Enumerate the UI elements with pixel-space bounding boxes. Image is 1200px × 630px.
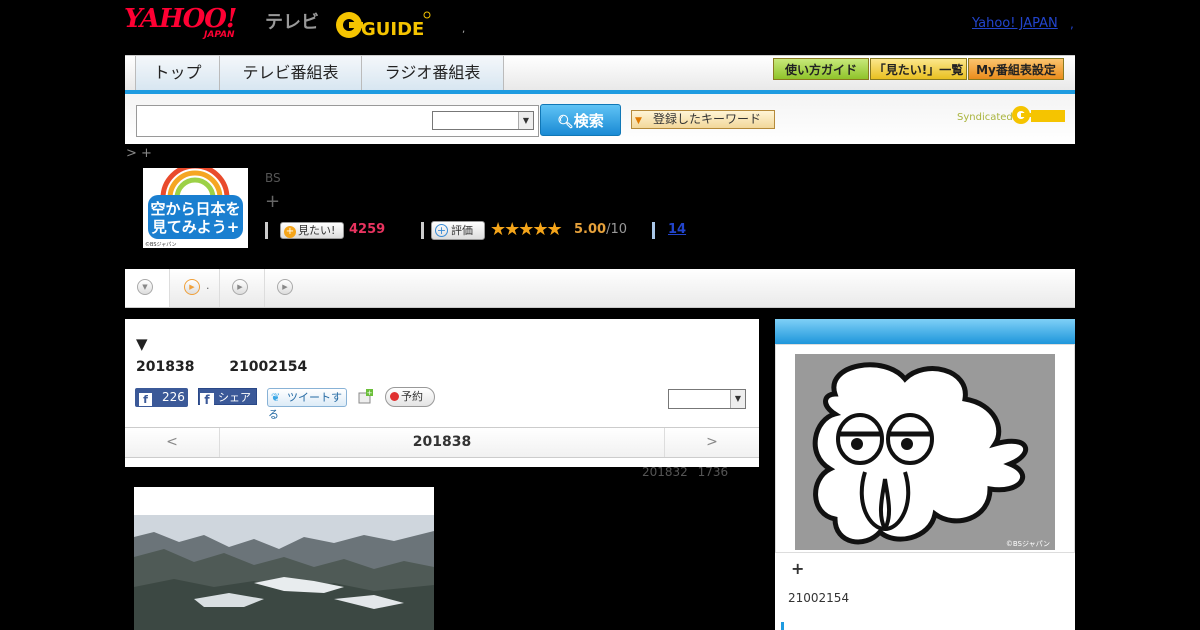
program-subtabs: ▼ ▶ . ▶ ▶ [125, 269, 1075, 308]
tv-section-label: テレビ [265, 12, 319, 33]
twitter-bird-icon: ❦ [271, 391, 281, 404]
want-to-watch-button[interactable]: + 見たい! [280, 222, 344, 239]
subtab-play-2[interactable]: ▶ [220, 269, 265, 307]
sidebar-program-id: 21002154 [788, 591, 850, 605]
gguide-logo[interactable]: GUIDE [335, 8, 431, 42]
program-title: + [265, 191, 281, 212]
tab-tv-listings[interactable]: テレビ番組表 [220, 56, 362, 91]
yahoo-japan-logo[interactable]: YAHOO! JAPAN [124, 6, 264, 42]
chevron-down-icon: ▼ [137, 279, 153, 295]
search-category-select[interactable]: ▼ [432, 111, 534, 130]
updated-date: 201832 [642, 465, 688, 479]
want-to-watch-label: 見たい! [298, 224, 336, 237]
chevron-down-icon: ▼ [518, 112, 533, 129]
channel-label: BS [265, 171, 281, 185]
region-select[interactable]: ▼ [668, 389, 746, 409]
gguide-logo-text: GUIDE [361, 19, 424, 40]
sidebar-title: + [791, 559, 805, 578]
review-count-link[interactable]: 14 [668, 222, 686, 237]
pager-prev-button[interactable]: < [125, 428, 220, 457]
svg-text:+: + [367, 389, 373, 397]
pager-next-button[interactable]: > [664, 428, 759, 457]
want-list-button[interactable]: 「見たい!」一覧 [870, 58, 967, 80]
chevron-down-icon: ▼ [730, 390, 745, 408]
yahoo-logo-sub: JAPAN [204, 30, 235, 40]
registered-keywords-label: 登録したキーワード [653, 112, 762, 126]
play-icon: ▶ [184, 279, 200, 295]
sidebar-section-marker [781, 622, 784, 630]
search-button-label: 検索 [573, 112, 604, 130]
facebook-like-count: 226 [162, 390, 185, 404]
subtab-play-3[interactable]: ▶ [265, 269, 295, 307]
divider [421, 222, 424, 239]
main-nav: トップ テレビ番組表 ラジオ番組表 使い方ガイド 「見たい!」一覧 My番組表設… [125, 55, 1075, 91]
rating-score: 5.00 [574, 222, 607, 237]
play-icon: ▶ [232, 279, 248, 295]
collapse-triangle-icon[interactable]: ▼ [136, 335, 148, 353]
sidebar-header [775, 319, 1075, 344]
plus-icon: + [435, 224, 448, 237]
subtab-dropdown[interactable]: ▼ [125, 269, 170, 307]
tweet-button[interactable]: ❦ ツイートする [267, 388, 347, 421]
facebook-like-button[interactable]: f 226 [135, 388, 188, 407]
search-button[interactable]: 🔍︎検索 [540, 104, 621, 136]
usage-guide-button[interactable]: 使い方ガイド [773, 58, 869, 80]
dropdown-arrow-icon: ▼ [635, 116, 642, 126]
registered-keywords-button[interactable]: ▼ 登録したキーワード [631, 110, 775, 129]
subtab-label: . [206, 279, 210, 292]
facebook-icon: f [200, 393, 214, 408]
date-pager: < 201838 > [125, 427, 759, 458]
broadcast-date-line: 201838 21002154 [136, 359, 307, 375]
tab-top[interactable]: トップ [135, 56, 220, 91]
divider [265, 222, 268, 239]
rate-button[interactable]: + 評価 [431, 221, 485, 240]
rate-label: 評価 [451, 224, 473, 237]
yahoo-logo-main: YAHOO! [124, 4, 237, 34]
svg-text:見てみよう+: 見てみよう+ [151, 218, 240, 236]
yahoo-japan-link[interactable]: Yahoo! JAPAN [972, 16, 1058, 31]
reserve-recording-button[interactable]: 予約 [385, 387, 435, 407]
record-dot-icon [390, 392, 399, 401]
divider [652, 222, 655, 239]
mascot-credit: ©BSジャパン [1006, 540, 1050, 548]
facebook-icon: f [139, 393, 152, 406]
header-separator: , [462, 24, 466, 35]
rating-stars-icon: ★★★★★ [490, 219, 563, 240]
syndicated-label: Syndicated [957, 112, 1013, 123]
broadcast-date: 201838 [136, 359, 195, 375]
facebook-share-label: シェア [218, 391, 251, 404]
reserve-label: 予約 [401, 390, 423, 403]
tab-radio-listings[interactable]: ラジオ番組表 [362, 56, 504, 91]
play-icon: ▶ [277, 279, 293, 295]
pager-current-date: 201838 [412, 434, 472, 450]
program-thumbnail[interactable]: 空から日本を 見てみよう+ ©BSジャパン [143, 163, 248, 248]
updated-time: 1736 [697, 465, 729, 479]
add-to-mixi-icon[interactable]: + [357, 388, 374, 405]
program-id: 21002154 [229, 359, 308, 375]
svg-text:©BSジャパン: ©BSジャパン [145, 241, 177, 248]
svg-text:空から日本を: 空から日本を [150, 200, 240, 218]
facebook-share-button[interactable]: f シェア [198, 388, 257, 408]
updated-timestamp: 201832 1736 [642, 465, 728, 479]
rating-max: /10 [606, 222, 627, 237]
want-count: 4259 [349, 222, 386, 237]
my-schedule-settings-button[interactable]: My番組表設定 [968, 58, 1064, 80]
plus-icon: + [284, 226, 296, 238]
header-trailing-separator: , [1070, 17, 1074, 31]
search-icon: 🔍︎ [557, 115, 574, 130]
subtab-play-1[interactable]: ▶ . [170, 269, 220, 307]
mascot-image[interactable]: ©BSジャパン [795, 354, 1055, 550]
program-scene-photo [134, 487, 434, 630]
rating-value: 5.00/10 [574, 222, 627, 237]
breadcrumb[interactable]: > + [126, 146, 152, 161]
